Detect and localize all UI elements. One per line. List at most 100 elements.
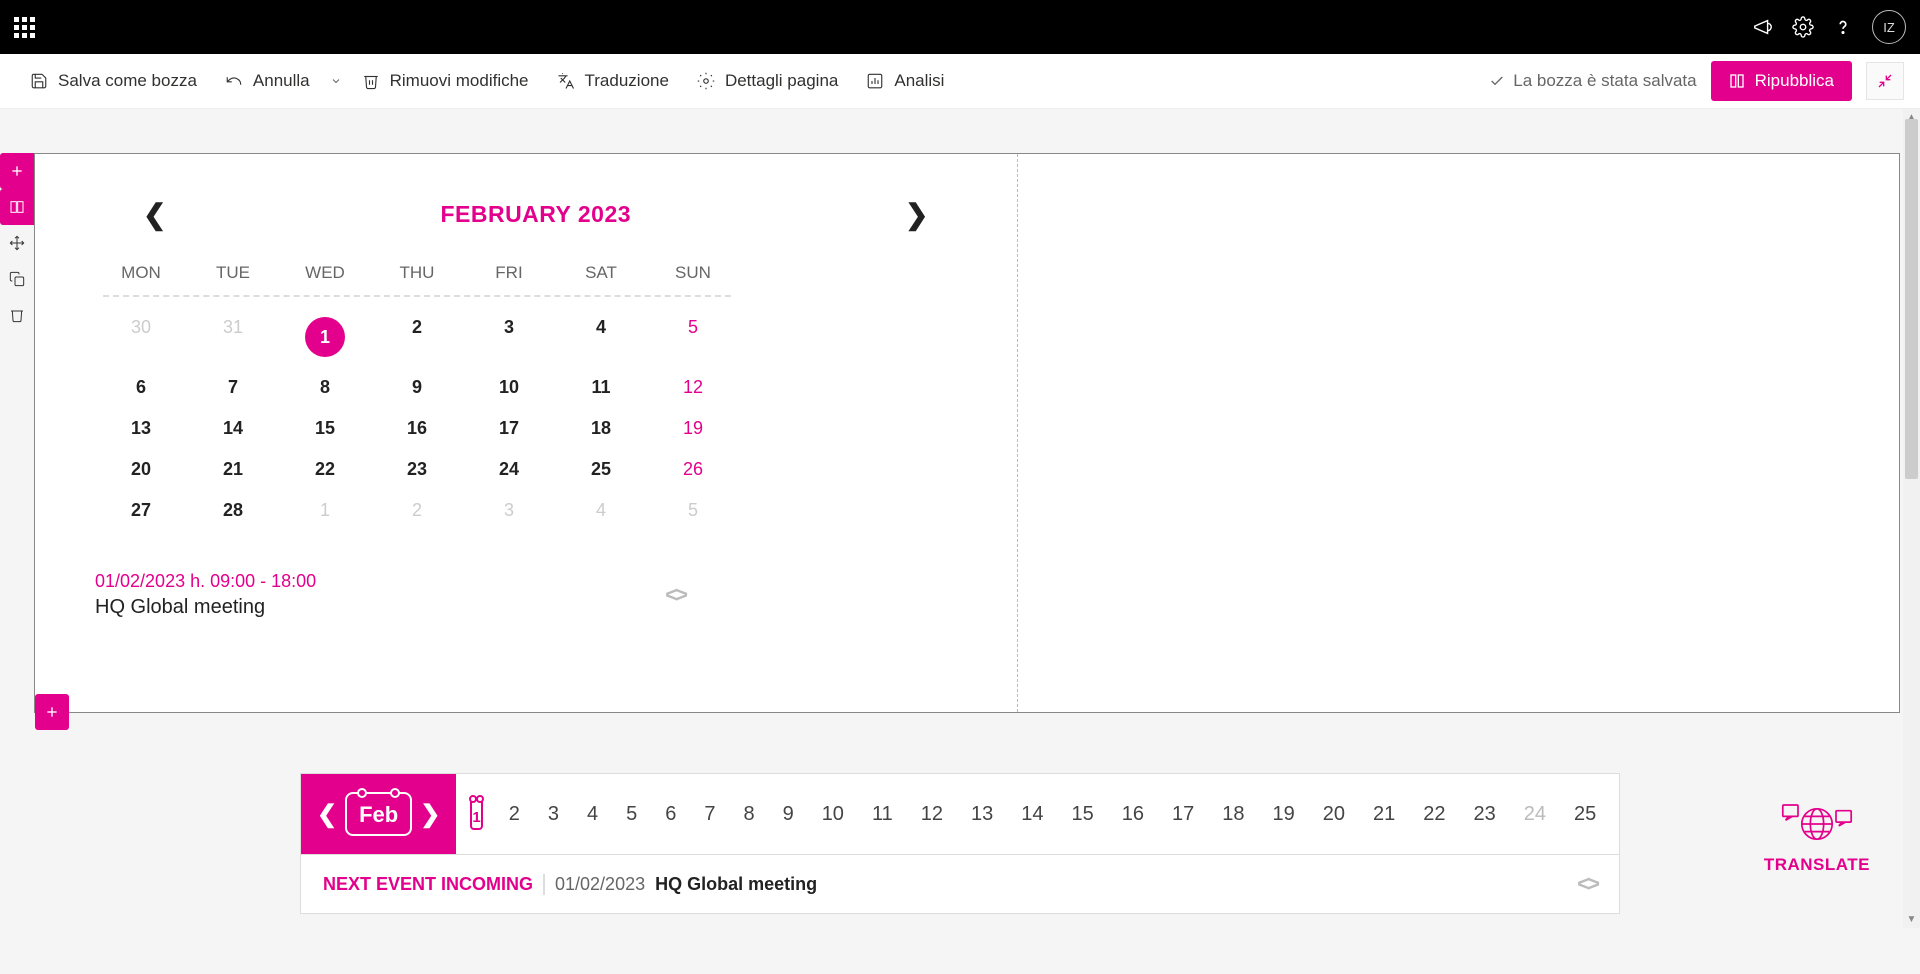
user-avatar[interactable]: IZ <box>1872 10 1906 44</box>
calendar-day[interactable]: 10 <box>463 367 555 408</box>
timeline-day[interactable]: 15 <box>1057 797 1107 832</box>
calendar-day[interactable]: 11 <box>555 367 647 408</box>
calendar-day[interactable]: 19 <box>647 408 739 449</box>
calendar-day[interactable]: 18 <box>555 408 647 449</box>
timeline-month-label[interactable]: Feb <box>345 792 412 836</box>
timeline-day[interactable]: 4 <box>573 797 612 832</box>
delete-webpart-button[interactable] <box>0 297 34 333</box>
add-webpart-button[interactable] <box>0 153 34 189</box>
edit-webpart-button[interactable] <box>0 189 34 225</box>
duplicate-webpart-button[interactable] <box>0 261 34 297</box>
app-launcher-icon[interactable] <box>14 17 35 38</box>
help-icon[interactable] <box>1832 16 1854 38</box>
undo-button[interactable]: Annulla <box>211 63 324 99</box>
republish-button[interactable]: Ripubblica <box>1711 61 1852 101</box>
timeline-day[interactable]: 16 <box>1108 797 1158 832</box>
calendar-day[interactable]: 4 <box>555 307 647 367</box>
timeline-day[interactable]: 17 <box>1158 797 1208 832</box>
timeline-day[interactable]: 12 <box>907 797 957 832</box>
timeline-day[interactable]: 21 <box>1359 797 1409 832</box>
analytics-button[interactable]: Analisi <box>852 63 958 99</box>
calendar-day[interactable]: 8 <box>279 367 371 408</box>
calendar-day[interactable]: 9 <box>371 367 463 408</box>
calendar-day[interactable]: 2 <box>371 307 463 367</box>
calendar-day[interactable]: 15 <box>279 408 371 449</box>
discard-changes-button[interactable]: Rimuovi modifiche <box>348 63 543 99</box>
timeline-prev-month[interactable]: ❮ <box>315 800 339 829</box>
megaphone-icon[interactable] <box>1752 16 1774 38</box>
prev-month-button[interactable]: ❮ <box>135 194 174 235</box>
calendar-day[interactable]: 13 <box>95 408 187 449</box>
timeline-day[interactable]: 6 <box>651 797 690 832</box>
timeline-day[interactable]: 19 <box>1258 797 1308 832</box>
calendar-title: FEBRUARY 2023 <box>440 201 631 228</box>
calendar-day[interactable]: 31 <box>187 307 279 367</box>
calendar-day[interactable]: 5 <box>647 490 739 531</box>
move-webpart-button[interactable] <box>0 225 34 261</box>
timeline-day[interactable]: 26 <box>1610 797 1619 832</box>
timeline-day[interactable]: 3 <box>534 797 573 832</box>
add-section-button[interactable] <box>35 694 69 730</box>
calendar-day[interactable]: 3 <box>463 307 555 367</box>
translate-button[interactable]: Traduzione <box>543 63 683 99</box>
timeline-day[interactable]: 23 <box>1459 797 1509 832</box>
empty-column[interactable] <box>1018 154 1900 712</box>
undo-dropdown[interactable] <box>324 69 348 93</box>
timeline-next-month[interactable]: ❯ <box>418 800 442 829</box>
next-event-label: NEXT EVENT INCOMING <box>323 874 545 895</box>
page-details-button[interactable]: Dettagli pagina <box>683 63 852 99</box>
next-month-button[interactable]: ❯ <box>897 194 936 235</box>
calendar-dow: WED <box>279 255 371 291</box>
collapse-pane-button[interactable] <box>1866 62 1904 100</box>
code-icon[interactable]: <> <box>665 582 685 608</box>
calendar-day[interactable]: 5 <box>647 307 739 367</box>
canvas-section[interactable]: ❮ FEBRUARY 2023 ❯ MONTUEWEDTHUFRISATSUN3… <box>34 153 1900 713</box>
timeline-day[interactable]: 10 <box>808 797 858 832</box>
timeline-selected-day-icon[interactable]: 1 <box>470 798 482 830</box>
calendar-day[interactable]: 14 <box>187 408 279 449</box>
settings-icon[interactable] <box>1792 16 1814 38</box>
timeline-day[interactable]: 14 <box>1007 797 1057 832</box>
calendar-day[interactable]: 26 <box>647 449 739 490</box>
calendar-day[interactable]: 12 <box>647 367 739 408</box>
calendar-dow: MON <box>95 255 187 291</box>
calendar-day[interactable]: 25 <box>555 449 647 490</box>
calendar-day[interactable]: 28 <box>187 490 279 531</box>
calendar-day[interactable]: 21 <box>187 449 279 490</box>
calendar-day[interactable]: 16 <box>371 408 463 449</box>
calendar-day[interactable]: 22 <box>279 449 371 490</box>
save-draft-button[interactable]: Salva come bozza <box>16 63 211 99</box>
calendar-day[interactable]: 30 <box>95 307 187 367</box>
scroll-down-icon[interactable]: ▼ <box>1903 911 1920 928</box>
calendar-day[interactable]: 17 <box>463 408 555 449</box>
calendar-day[interactable]: 6 <box>95 367 187 408</box>
calendar-day[interactable]: 1 <box>279 490 371 531</box>
timeline-day[interactable]: 24 <box>1510 797 1560 832</box>
timeline-day[interactable]: 9 <box>769 797 808 832</box>
timeline-day[interactable]: 22 <box>1409 797 1459 832</box>
timeline-day[interactable]: 2 <box>495 797 534 832</box>
calendar-day[interactable]: 7 <box>187 367 279 408</box>
timeline-day[interactable]: 20 <box>1309 797 1359 832</box>
calendar-day[interactable]: 1 <box>279 307 371 367</box>
timeline-day[interactable]: 11 <box>858 797 907 832</box>
code-icon[interactable]: <> <box>1577 871 1597 897</box>
calendar-day[interactable]: 24 <box>463 449 555 490</box>
timeline-day[interactable]: 5 <box>612 797 651 832</box>
scrollbar[interactable]: ▲ ▼ <box>1903 109 1920 928</box>
timeline-day[interactable]: 8 <box>729 797 768 832</box>
calendar-day[interactable]: 20 <box>95 449 187 490</box>
timeline-day[interactable]: 18 <box>1208 797 1258 832</box>
calendar-day[interactable]: 2 <box>371 490 463 531</box>
calendar-day[interactable]: 3 <box>463 490 555 531</box>
page-details-label: Dettagli pagina <box>725 71 838 91</box>
timeline-day[interactable]: 7 <box>690 797 729 832</box>
calendar-day[interactable]: 4 <box>555 490 647 531</box>
calendar-day[interactable]: 23 <box>371 449 463 490</box>
scrollbar-thumb[interactable] <box>1905 119 1918 479</box>
timeline-day[interactable]: 13 <box>957 797 1007 832</box>
undo-label: Annulla <box>253 71 310 91</box>
timeline-day[interactable]: 25 <box>1560 797 1610 832</box>
translate-widget[interactable]: TRANSLATE <box>1764 802 1870 875</box>
calendar-day[interactable]: 27 <box>95 490 187 531</box>
